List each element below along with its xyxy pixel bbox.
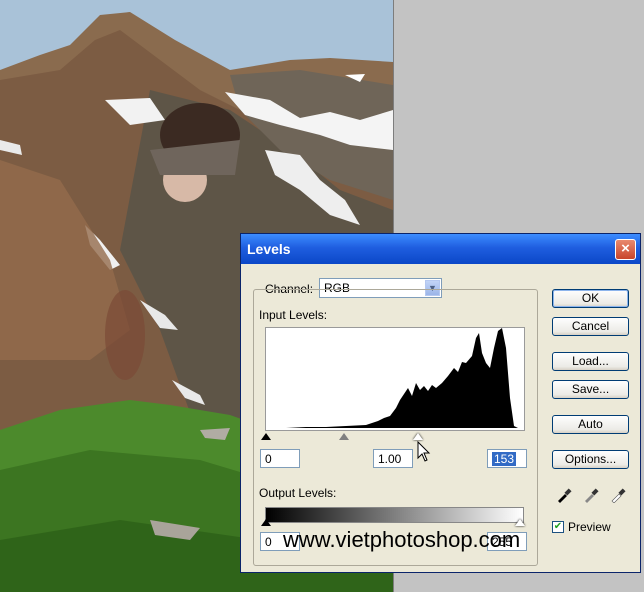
input-black-slider[interactable]	[261, 433, 271, 440]
output-gradient	[265, 507, 524, 523]
mouse-cursor-icon	[417, 441, 431, 462]
options-button[interactable]: Options...	[552, 450, 629, 469]
black-eyedropper-icon[interactable]	[556, 487, 572, 503]
input-gamma-slider[interactable]	[339, 433, 349, 440]
input-white-slider[interactable]	[413, 433, 423, 440]
ok-button[interactable]: OK	[552, 289, 629, 308]
watermark: www.vietphotoshop.com	[283, 527, 521, 552]
save-button[interactable]: Save...	[552, 380, 629, 399]
input-white-field[interactable]: 153	[487, 449, 527, 468]
dialog-title: Levels	[247, 241, 291, 257]
histogram	[265, 327, 525, 431]
input-levels-label: Input Levels:	[259, 308, 328, 322]
close-icon[interactable]: ×	[615, 239, 636, 260]
preview-label: Preview	[568, 520, 611, 534]
dialog-titlebar[interactable]: Levels ×	[241, 234, 640, 264]
load-button[interactable]: Load...	[552, 352, 629, 371]
gray-eyedropper-icon[interactable]	[583, 487, 599, 503]
output-black-slider[interactable]	[261, 519, 271, 526]
input-black-field[interactable]: 0	[260, 449, 300, 468]
output-levels-label: Output Levels:	[259, 486, 337, 500]
levels-dialog: Levels × Channel: RGB ▼ Input Levels: 0 …	[240, 233, 641, 573]
histogram-graph	[266, 328, 524, 428]
input-gamma-field[interactable]: 1.00	[373, 449, 413, 468]
output-white-slider[interactable]	[515, 519, 525, 526]
white-eyedropper-icon[interactable]	[610, 487, 626, 503]
input-white-value: 153	[492, 452, 517, 466]
cancel-button[interactable]: Cancel	[552, 317, 629, 336]
preview-checkbox[interactable]: ✔	[552, 521, 564, 533]
auto-button[interactable]: Auto	[552, 415, 629, 434]
